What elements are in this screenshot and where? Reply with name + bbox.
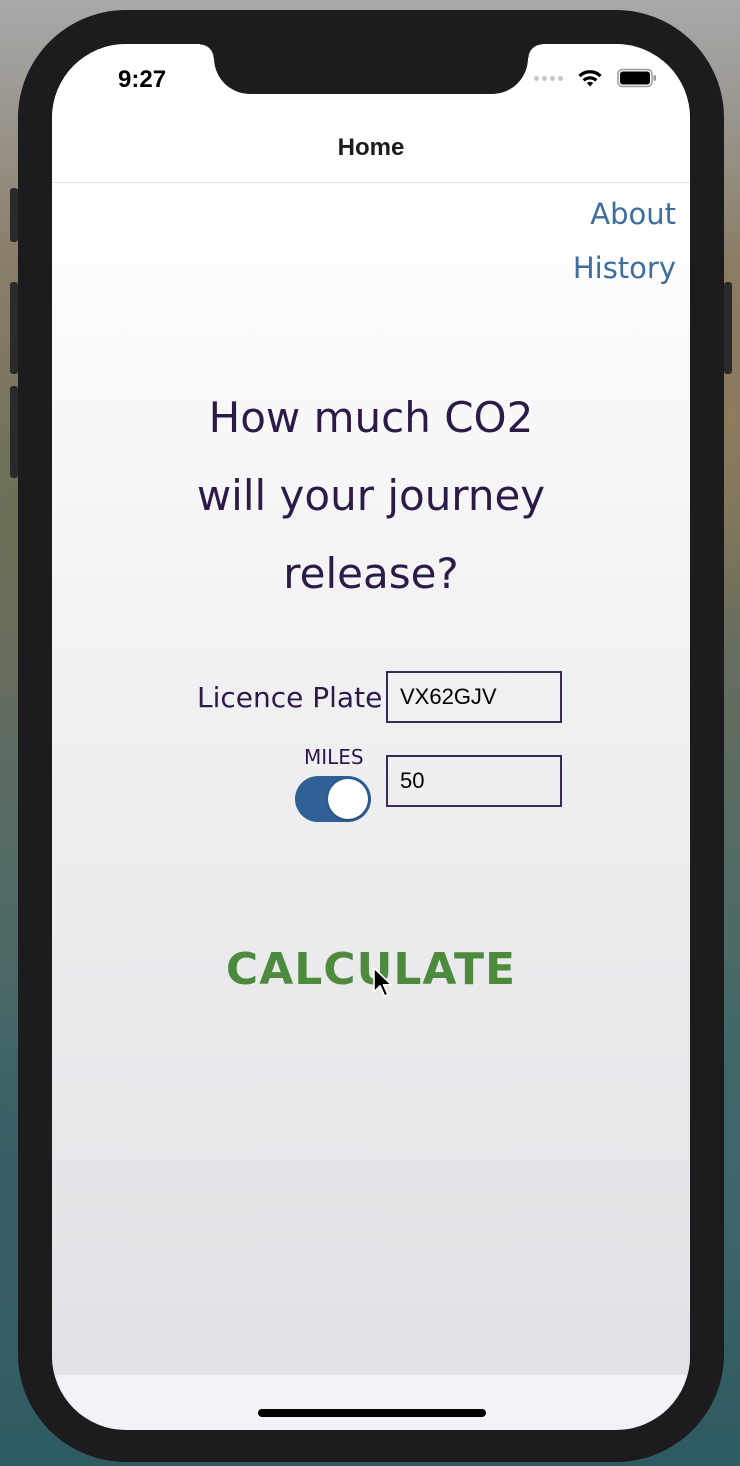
status-icons [534,68,657,88]
battery-icon [617,68,656,88]
distance-input[interactable] [386,755,562,807]
cellular-signal-icon [534,75,563,81]
miles-label: MILES [304,745,364,769]
licence-plate-label: Licence Plate [197,681,383,714]
toggle-knob [328,779,368,819]
volume-down-button [10,386,18,478]
app-screen: 9:27 Home About History How much CO2 wil… [52,44,690,1430]
status-time: 9:27 [118,66,167,93]
headline: How much CO2 will your journey release? [52,379,690,613]
nav-title: Home [337,134,405,161]
about-link[interactable]: About [590,197,676,231]
licence-plate-input[interactable] [386,671,562,723]
calculate-button[interactable]: CALCULATE [52,943,690,996]
headline-line-1: How much CO2 [208,393,534,442]
miles-toggle[interactable] [295,776,371,822]
home-indicator [258,1409,486,1417]
mouse-pointer-icon [373,967,393,997]
headline-line-3: release? [283,549,459,598]
history-link[interactable]: History [573,251,676,285]
main-content: About History How much CO2 will your jou… [52,183,690,1375]
wifi-icon [578,70,602,87]
headline-line-2: will your journey [196,471,546,520]
silent-switch [10,188,18,242]
volume-up-button [10,282,18,374]
power-button [724,282,732,374]
notch [200,44,542,94]
